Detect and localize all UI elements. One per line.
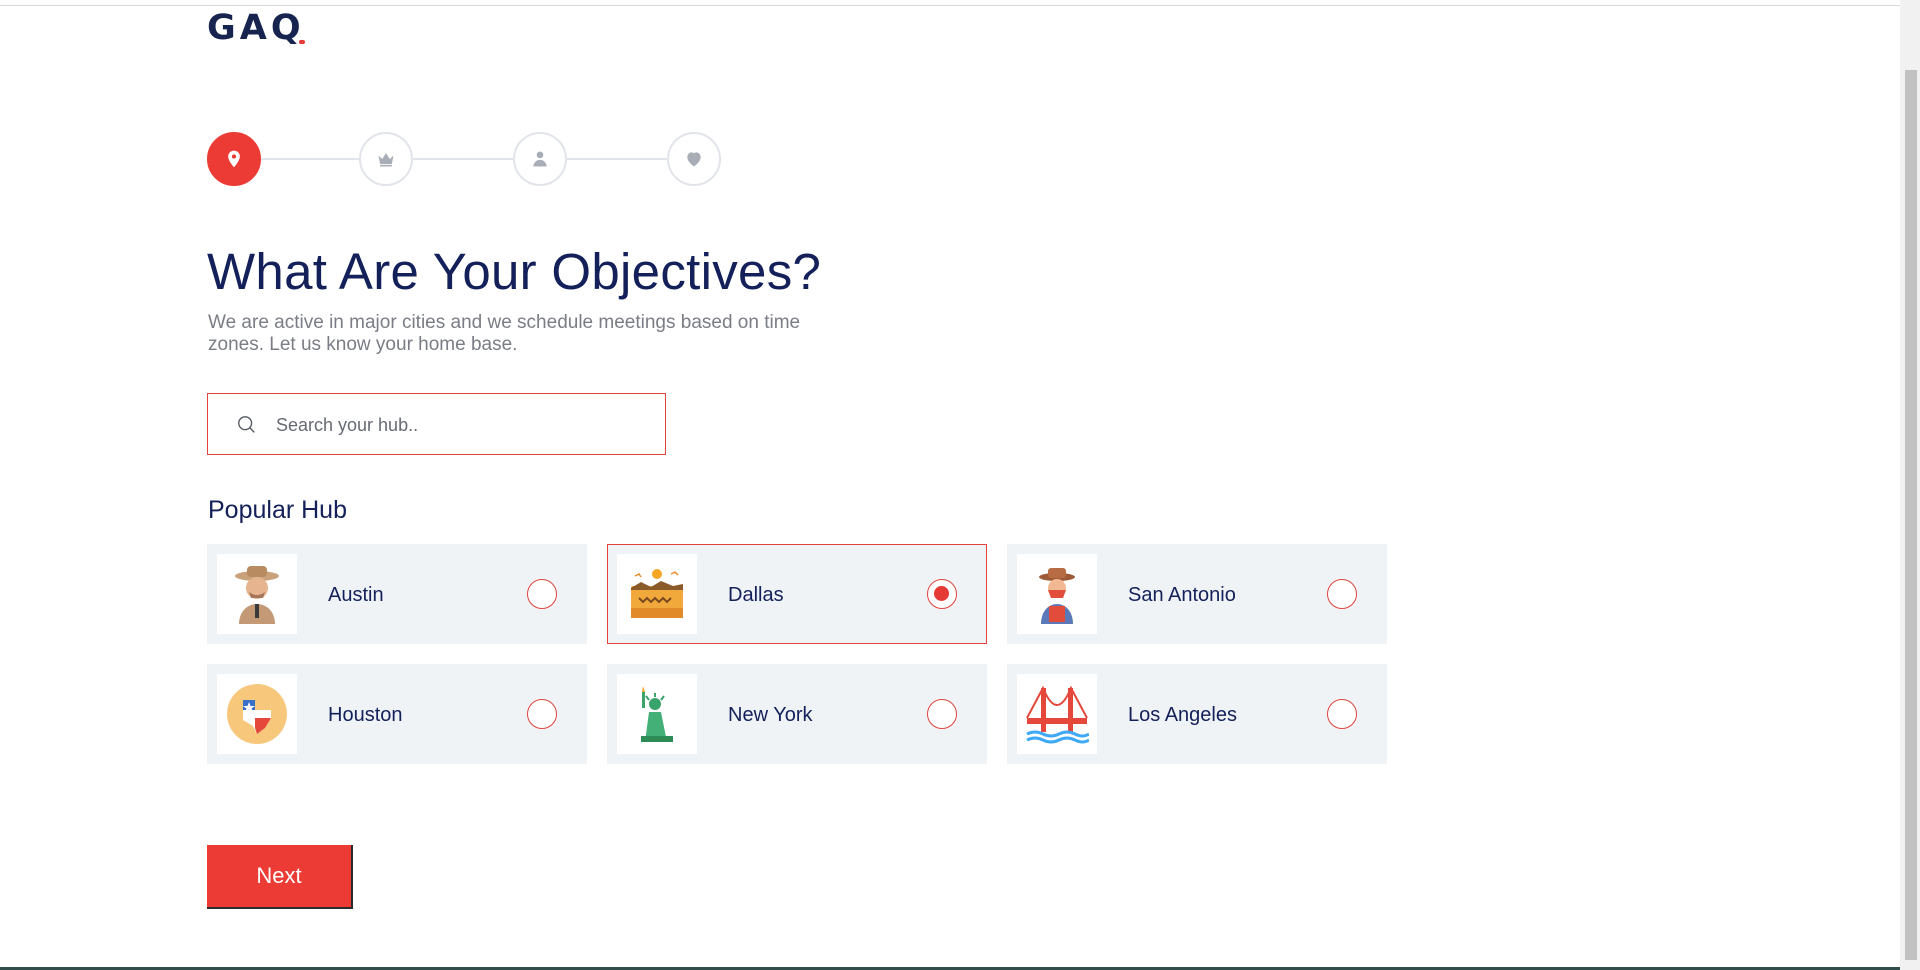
search-icon: [238, 416, 255, 433]
hub-radio-selected[interactable]: [927, 579, 957, 609]
heart-icon: [687, 152, 701, 167]
progress-stepper: [207, 132, 721, 186]
hub-name: New York: [728, 704, 813, 726]
hub-thumbnail: [617, 554, 697, 634]
hub-radio[interactable]: [1327, 699, 1357, 729]
logo-accent: [298, 40, 305, 44]
cowboy-icon: [235, 566, 279, 624]
hub-card-austin[interactable]: Austin: [207, 544, 587, 644]
logo-text: GAQ: [207, 8, 305, 48]
hub-thumbnail: [217, 554, 297, 634]
hub-thumbnail: [617, 674, 697, 754]
hub-card-dallas[interactable]: Dallas: [607, 544, 987, 644]
hub-card-los-angeles[interactable]: Los Angeles: [1007, 664, 1387, 764]
hub-card-houston[interactable]: Houston: [207, 664, 587, 764]
step-location[interactable]: [207, 132, 261, 186]
logo[interactable]: GAQ: [207, 8, 305, 48]
page: GAQ What Are Your Objectives? We are act…: [0, 0, 1900, 970]
step-favorites[interactable]: [667, 132, 721, 186]
step-profile[interactable]: [513, 132, 567, 186]
texas-map-icon: [227, 684, 287, 744]
search-input[interactable]: [274, 408, 638, 442]
step-crown[interactable]: [359, 132, 413, 186]
hub-name: San Antonio: [1128, 584, 1236, 606]
radio-dot: [934, 586, 949, 601]
bandit-icon: [1039, 568, 1075, 624]
user-icon: [533, 151, 547, 167]
golden-gate-bridge-icon: [1026, 685, 1089, 744]
crown-icon: [378, 153, 394, 167]
hub-thumbnail: [1017, 674, 1097, 754]
hub-name: Austin: [328, 584, 384, 606]
section-title: Popular Hub: [208, 496, 347, 524]
step-connector: [567, 158, 671, 160]
hub-radio[interactable]: [527, 699, 557, 729]
step-connector: [413, 158, 517, 160]
vertical-scrollbar[interactable]: [1900, 0, 1920, 970]
hub-card-san-antonio[interactable]: San Antonio: [1007, 544, 1387, 644]
hub-radio[interactable]: [927, 699, 957, 729]
page-title: What Are Your Objectives?: [207, 243, 822, 300]
hub-thumbnail: [217, 674, 297, 754]
desert-landscape-icon: [631, 569, 683, 618]
hub-card-new-york[interactable]: New York: [607, 664, 987, 764]
location-pin-icon: [228, 150, 240, 168]
hub-name: Los Angeles: [1128, 704, 1237, 726]
next-button[interactable]: Next: [207, 845, 353, 909]
hub-radio[interactable]: [527, 579, 557, 609]
page-subtitle: We are active in major cities and we sch…: [208, 312, 801, 355]
top-border: [0, 0, 1900, 6]
statue-of-liberty-icon: [641, 686, 673, 742]
hub-thumbnail: [1017, 554, 1097, 634]
search-box[interactable]: [207, 393, 666, 455]
scrollbar-thumb[interactable]: [1905, 70, 1917, 960]
step-connector: [257, 158, 361, 160]
hub-name: Houston: [328, 704, 403, 726]
hub-radio[interactable]: [1327, 579, 1357, 609]
hub-name: Dallas: [728, 584, 784, 606]
